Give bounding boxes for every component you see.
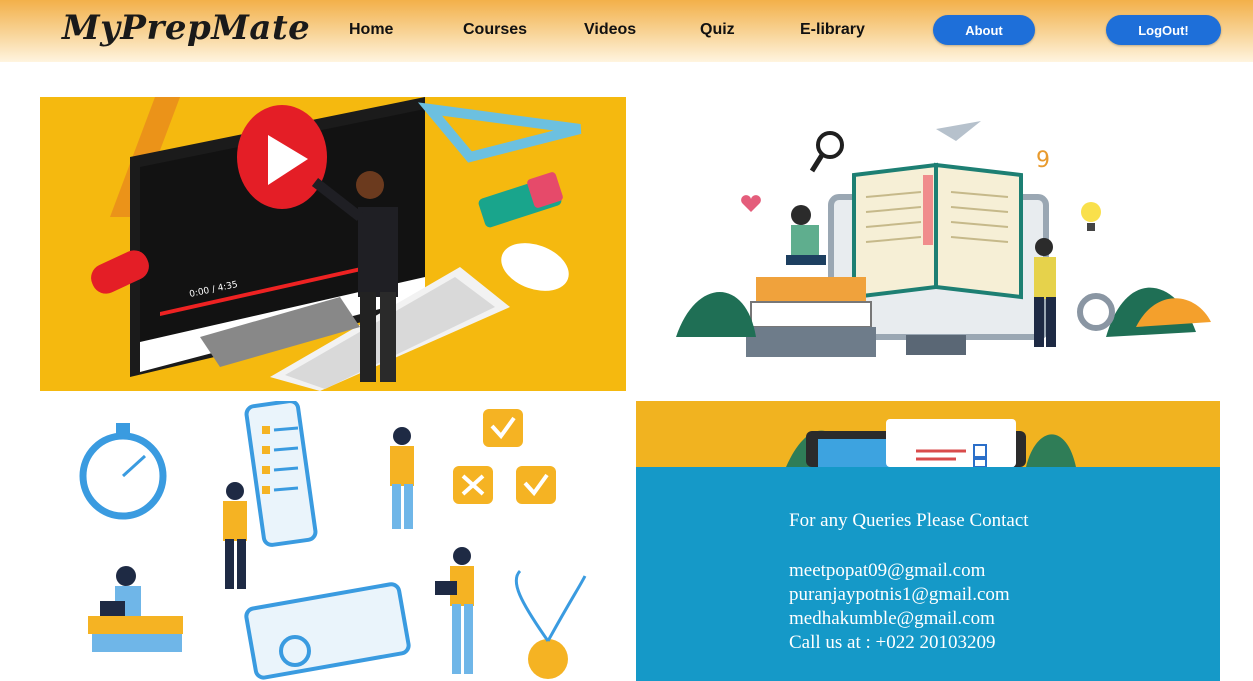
brand-logo[interactable]: MyPrepMate xyxy=(62,8,310,48)
checkbox-icon xyxy=(483,409,523,447)
nav-quiz[interactable]: Quiz xyxy=(700,21,735,39)
lightbulb-icon xyxy=(1081,202,1101,222)
nav-courses[interactable]: Courses xyxy=(463,21,527,39)
contact-email[interactable]: meetpopat09@gmail.com xyxy=(789,560,985,582)
contact-email[interactable]: medhakumble@gmail.com xyxy=(789,608,995,630)
top-navbar: MyPrepMate Home Courses Videos Quiz E-li… xyxy=(0,0,1253,62)
svg-text:9: 9 xyxy=(1036,148,1050,173)
logout-button[interactable]: LogOut! xyxy=(1106,15,1221,45)
nav-home[interactable]: Home xyxy=(349,21,393,39)
videos-illustration[interactable]: 0:00 / 4:35 xyxy=(40,97,626,391)
nav-videos[interactable]: Videos xyxy=(584,21,636,39)
nav-e-library[interactable]: E-library xyxy=(800,21,865,39)
about-button[interactable]: About xyxy=(933,15,1035,45)
contact-email[interactable]: puranjaypotnis1@gmail.com xyxy=(789,584,1010,606)
contact-banner-illustration xyxy=(636,401,1220,467)
contact-panel: For any Queries Please Contact meetpopat… xyxy=(636,467,1220,681)
e-library-illustration[interactable]: 9 xyxy=(636,97,1220,391)
quiz-illustration[interactable] xyxy=(40,401,626,681)
contact-phone: Call us at : +022 20103209 xyxy=(789,632,996,653)
contact-heading: For any Queries Please Contact xyxy=(789,510,1029,531)
